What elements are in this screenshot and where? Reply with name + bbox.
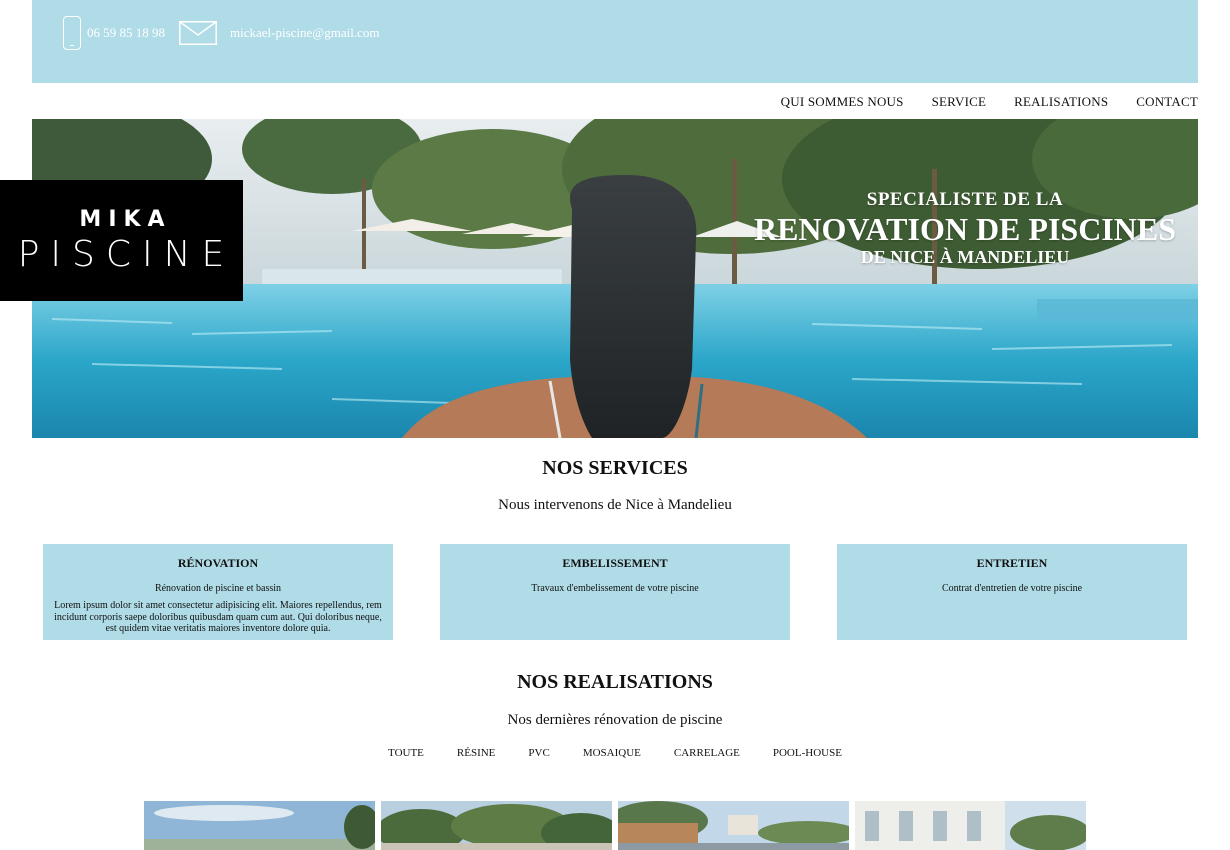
gallery-image: [381, 801, 612, 850]
service-card-title: ENTRETIEN: [976, 556, 1048, 570]
logo-line-1: MIKA: [79, 207, 172, 232]
gallery-thumbnail[interactable]: [618, 801, 849, 850]
mail-icon: [179, 21, 217, 45]
nav-item-realisations[interactable]: REALISATIONS: [1014, 94, 1108, 110]
realisations-subtitle: Nos dernières rénovation de piscine: [507, 712, 723, 728]
nav-item-contact[interactable]: CONTACT: [1136, 94, 1198, 110]
hero-line-2: RENOVATION DE PISCINES: [753, 211, 1176, 247]
filter-carrelage[interactable]: CARRELAGE: [674, 747, 740, 759]
service-card-title: EMBELISSEMENT: [562, 556, 668, 570]
services-title: NOS SERVICES: [542, 457, 688, 479]
nav-item-qui-sommes-nous[interactable]: QUI SOMMES NOUS: [781, 94, 904, 110]
filter-pvc[interactable]: PVC: [528, 747, 549, 759]
service-card-entretien[interactable]: ENTRETIEN Contrat d'entretien de votre p…: [837, 544, 1187, 640]
filter-toute[interactable]: TOUTE: [388, 747, 424, 759]
hero-line-3: DE NICE À MANDELIEU: [860, 247, 1070, 267]
hero-line-1: SPECIALISTE DE LA: [866, 189, 1064, 210]
service-card-subtitle: Rénovation de piscine et bassin: [154, 583, 282, 594]
gallery-image: [144, 801, 375, 850]
realisations-filter-bar: TOUTE RÉSINE PVC MOSAIQUE CARRELAGE POOL…: [0, 747, 1230, 759]
phone-contact[interactable]: 06 59 85 18 98: [63, 15, 165, 51]
filter-pool-house[interactable]: POOL-HOUSE: [773, 747, 842, 759]
logo-line-2: PISCINE: [17, 234, 236, 275]
gallery-thumbnail[interactable]: [381, 801, 612, 850]
realisations-title: NOS REALISATIONS: [517, 671, 713, 693]
service-card-subtitle: Travaux d'embelissement de votre piscine: [531, 583, 699, 594]
services-subtitle: Nous intervenons de Nice à Mandelieu: [498, 497, 732, 513]
gallery-thumbnail[interactable]: [144, 801, 375, 850]
service-card-embelissement[interactable]: EMBELISSEMENT Travaux d'embelissement de…: [440, 544, 790, 640]
nav-item-service[interactable]: SERVICE: [932, 94, 987, 110]
gallery-thumbnail[interactable]: [855, 801, 1086, 850]
email-contact[interactable]: mickael-piscine@gmail.com: [179, 15, 380, 51]
filter-mosaique[interactable]: MOSAIQUE: [583, 747, 641, 759]
main-nav: QUI SOMMES NOUS SERVICE REALISATIONS CON…: [753, 84, 1198, 119]
email-address[interactable]: mickael-piscine@gmail.com: [230, 25, 380, 41]
service-card-title: RÉNOVATION: [177, 556, 259, 570]
service-card-renovation[interactable]: RÉNOVATION Rénovation de piscine et bass…: [43, 544, 393, 640]
phone-number[interactable]: 06 59 85 18 98: [87, 25, 165, 41]
top-contact-bar: 06 59 85 18 98 mickael-piscine@gmail.com: [32, 0, 1198, 83]
gallery-image: [618, 801, 849, 850]
service-card-subtitle: Contrat d'entretien de votre piscine: [941, 583, 1083, 594]
gallery-image: [855, 801, 1086, 850]
service-card-text: Lorem ipsum dolor sit amet consectetur a…: [54, 600, 382, 634]
site-logo[interactable]: MIKA PISCINE: [0, 180, 243, 301]
phone-icon: [63, 16, 81, 50]
filter-resine[interactable]: RÉSINE: [457, 747, 496, 759]
hero-headline: SPECIALISTE DE LA RENOVATION DE PISCINES…: [754, 189, 1176, 268]
